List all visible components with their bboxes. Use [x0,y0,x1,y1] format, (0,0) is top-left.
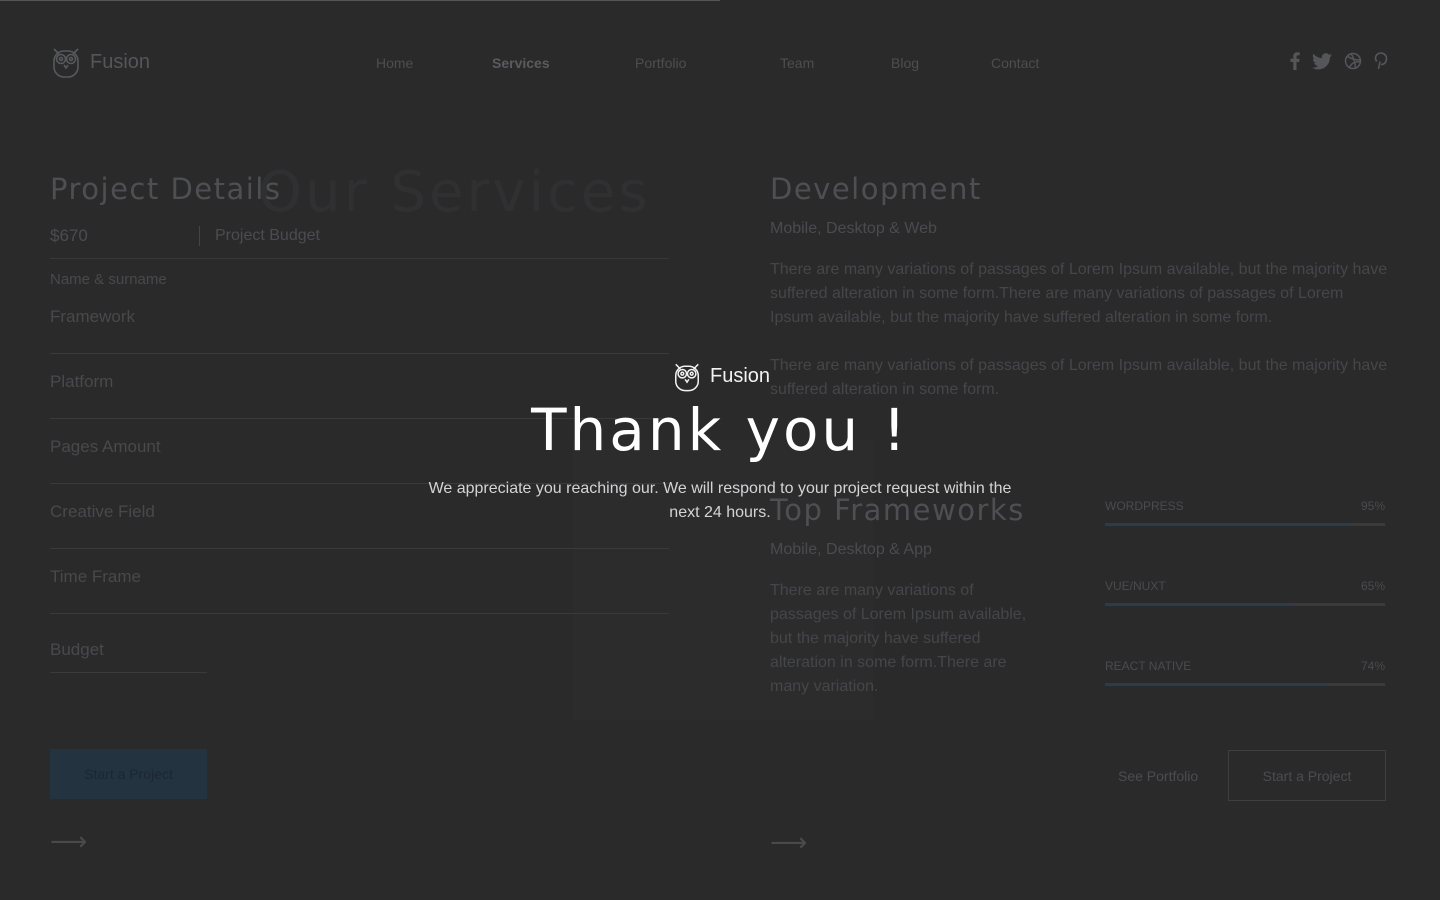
modal-brand-name: Fusion [710,365,771,387]
thank-you-title: Thank you ! [531,396,909,464]
thank-you-message: We appreciate you reaching our. We will … [428,480,1012,521]
thank-you-overlay: Fusion Thank you ! We appreciate you rea… [0,0,1440,900]
owl-icon [675,363,699,392]
modal-logo: Fusion [672,360,770,393]
